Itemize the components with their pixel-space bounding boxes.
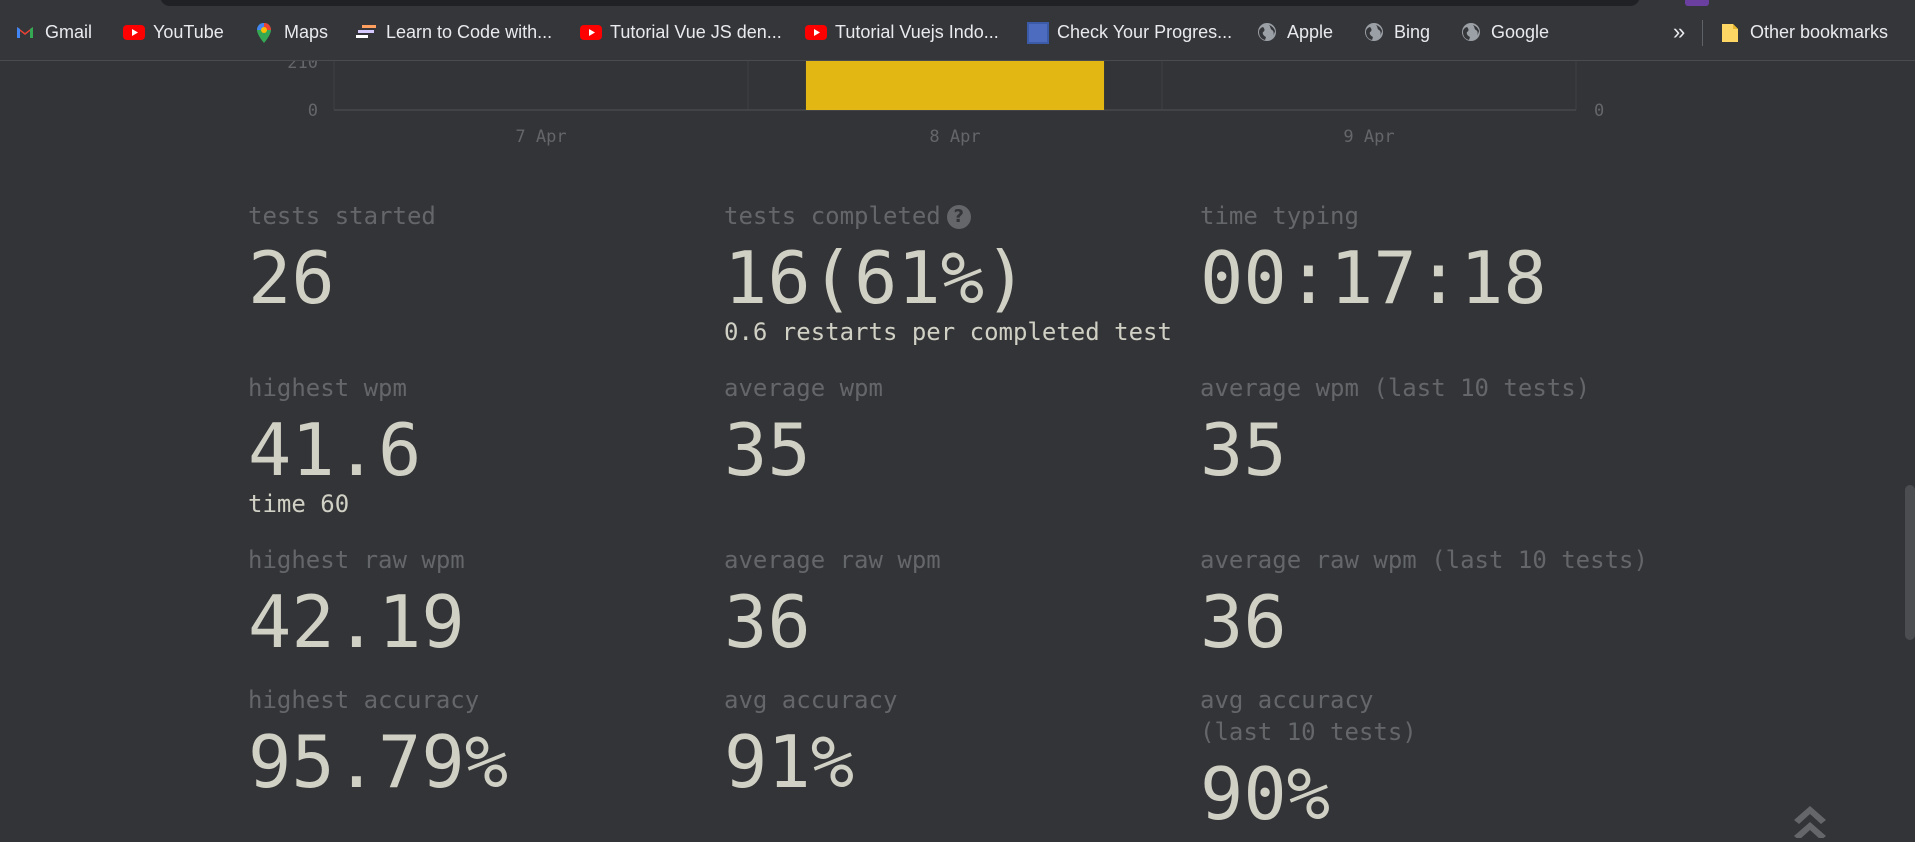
stat-sub: 0.6 restarts per completed test (724, 318, 1172, 346)
stat-label: avg accuracy (724, 686, 898, 714)
bookmark-learn-to-code[interactable]: Learn to Code with... (356, 18, 552, 46)
help-icon[interactable]: ? (946, 205, 971, 229)
stat-value: 26 (248, 236, 335, 320)
bookmark-label: Check Your Progres... (1057, 21, 1233, 42)
bookmark-tutorial-vue-js-den[interactable]: Tutorial Vue JS den... (580, 18, 782, 46)
stat-label: average wpm (724, 374, 883, 402)
stat-avg-accuracy: avg accuracy 91% (724, 684, 897, 802)
bookmark-label: Tutorial Vuejs Indo... (835, 21, 999, 42)
stat-value: 00:17:18 (1200, 236, 1547, 320)
gmail-icon (15, 22, 35, 42)
stat-label: highest accuracy (248, 686, 480, 714)
stat-value: 42.19 (248, 580, 465, 664)
globe-icon (1461, 22, 1481, 42)
maps-icon (254, 22, 274, 43)
stat-label: tests started (248, 202, 436, 230)
code-icon (356, 22, 376, 42)
bookmark-label: Maps (284, 21, 329, 42)
y-right-tick-label: 0 (1594, 101, 1604, 121)
address-bar-edge[interactable] (160, 0, 1640, 6)
stat-highest-accuracy: highest accuracy 95.79% (248, 684, 508, 802)
stat-value: 95.79% (248, 720, 509, 804)
bookmark-label: Learn to Code with... (386, 21, 553, 42)
stat-tests-started: tests started 26 (248, 200, 436, 318)
stat-label: avg accuracy (last 10 tests) (1200, 686, 1417, 746)
bookmark-youtube[interactable]: YouTube (123, 18, 224, 46)
stat-highest-wpm: highest wpm 41.6 time 60 (248, 372, 421, 518)
folder-icon (1720, 22, 1740, 42)
bookmark-bing[interactable]: Bing (1364, 18, 1430, 46)
y-tick-label: 0 (308, 101, 318, 121)
stat-sub: time 60 (248, 490, 350, 518)
bookmarks-divider (1702, 20, 1703, 46)
scroll-to-top-button[interactable] (1790, 800, 1830, 840)
stat-value: 35 (1200, 408, 1287, 492)
stat-average-raw-wpm-last-10: average raw wpm (last 10 tests) 36 (1200, 544, 1648, 662)
stat-highest-raw-wpm: highest raw wpm 42.19 (248, 544, 465, 662)
stat-value: 36 (1200, 580, 1287, 664)
globe-icon (1364, 22, 1384, 42)
stat-average-raw-wpm: average raw wpm 36 (724, 544, 941, 662)
stat-time-typing: time typing 00:17:18 (1200, 200, 1547, 318)
x-tick-label: 8 Apr (929, 127, 980, 147)
stat-value: 91% (724, 720, 855, 804)
youtube-icon (123, 22, 145, 42)
youtube-icon (805, 22, 827, 42)
bookmark-apple[interactable]: Apple (1257, 18, 1333, 46)
stat-label: average wpm (last 10 tests) (1200, 374, 1591, 402)
stat-label: highest wpm (248, 374, 407, 402)
stat-label: highest raw wpm (248, 546, 465, 574)
stat-value: 41.6 (248, 408, 422, 492)
scrollbar-thumb[interactable] (1905, 485, 1915, 640)
x-tick-label: 7 Apr (515, 127, 566, 147)
stat-average-wpm: average wpm 35 (724, 372, 883, 490)
bookmarks-overflow-button[interactable]: » (1673, 18, 1685, 46)
double-chevron-up-icon (1794, 806, 1826, 840)
stat-label: time typing (1200, 202, 1359, 230)
stat-value: 90% (1200, 752, 1331, 836)
other-bookmarks-label: Other bookmarks (1750, 21, 1889, 42)
stat-value: 16(61%) (724, 236, 1028, 320)
stat-label: average raw wpm (724, 546, 941, 574)
bookmark-label: Bing (1394, 21, 1431, 42)
youtube-icon (580, 22, 602, 42)
bookmark-check-your-progress[interactable]: Check Your Progres... (1027, 18, 1232, 46)
bookmark-label: Gmail (45, 21, 93, 42)
bookmark-google[interactable]: Google (1461, 18, 1549, 46)
bookmark-gmail[interactable]: Gmail (15, 18, 92, 46)
bar-8-apr (805, 61, 1105, 110)
bookmark-maps[interactable]: Maps (254, 18, 328, 46)
stat-label: average raw wpm (last 10 tests) (1200, 546, 1648, 574)
bookmark-label: Apple (1287, 21, 1334, 42)
globe-icon (1257, 22, 1277, 42)
stat-label-row: tests completed? (724, 200, 1172, 232)
stat-value: 35 (724, 408, 811, 492)
extension-badge[interactable] (1685, 0, 1709, 6)
x-tick-label: 9 Apr (1343, 127, 1394, 147)
bookmark-label: YouTube (153, 21, 224, 42)
bookmark-tutorial-vuejs-indo[interactable]: Tutorial Vuejs Indo... (805, 18, 999, 46)
stat-avg-accuracy-last-10: avg accuracy (last 10 tests) 90% (1200, 684, 1417, 834)
stat-average-wpm-last-10: average wpm (last 10 tests) 35 (1200, 372, 1590, 490)
y-tick-label: 210 (287, 61, 318, 73)
blue-square-icon (1027, 22, 1049, 44)
activity-chart: 7 Apr 8 Apr 9 Apr 0 210 0 (287, 61, 1604, 147)
stat-label: tests completed (724, 202, 941, 230)
bookmark-label: Google (1491, 21, 1550, 42)
stat-value: 36 (724, 580, 811, 664)
bookmark-label: Tutorial Vue JS den... (610, 21, 782, 42)
bookmarks-bar: Gmail YouTube Maps Learn to Code with...… (0, 0, 1915, 61)
other-bookmarks-button[interactable]: Other bookmarks (1720, 18, 1888, 46)
stat-tests-completed: tests completed? 16(61%) 0.6 restarts pe… (724, 200, 1172, 346)
